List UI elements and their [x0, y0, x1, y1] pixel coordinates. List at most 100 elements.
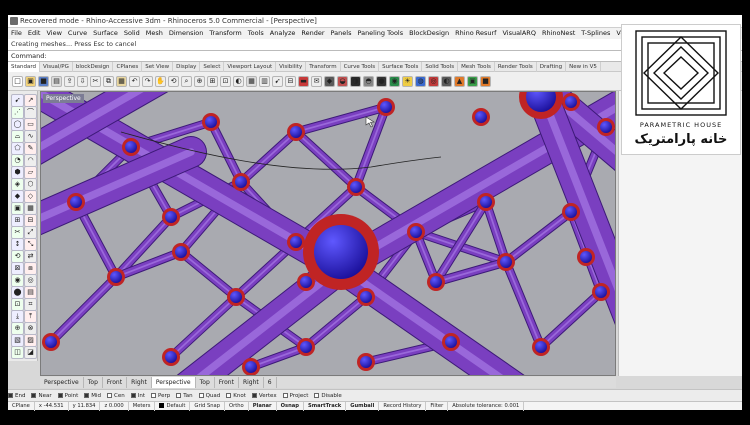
viewport-tab-1[interactable]: Top [84, 377, 103, 388]
shade-icon[interactable]: ● [376, 75, 387, 87]
toolbar-tab-display[interactable]: Display [173, 61, 201, 72]
status-toggle-record-history[interactable]: Record History [379, 401, 427, 411]
osnap-int[interactable]: Int [130, 393, 145, 399]
osnap-checkbox[interactable] [198, 393, 204, 398]
menu-surface[interactable]: Surface [90, 28, 121, 39]
viewport-title[interactable]: Perspective [43, 94, 84, 103]
osnap-checkbox[interactable] [282, 393, 288, 398]
print-icon[interactable]: ▤ [51, 75, 62, 87]
viewport-tab-6[interactable]: Front [215, 377, 239, 388]
viewport-tab-0[interactable]: Perspective [40, 377, 84, 388]
osnap-checkbox[interactable] [226, 393, 232, 398]
rotate-view-icon[interactable]: ⟲ [168, 75, 179, 87]
status-toggle-smarttrack[interactable]: SmartTrack [304, 401, 347, 411]
toolbar-tab-visibility[interactable]: Visibility [276, 61, 307, 72]
status-toggle-planar[interactable]: Planar [249, 401, 277, 411]
menu-render[interactable]: Render [298, 28, 327, 39]
osnap-knot[interactable]: Knot [226, 393, 246, 399]
toolbar-tab-select[interactable]: Select [200, 61, 225, 72]
osnap-near[interactable]: Near [31, 393, 52, 399]
menu-file[interactable]: File [8, 28, 25, 39]
menu-transform[interactable]: Transform [206, 28, 244, 39]
toolbar-tab-surface-tools[interactable]: Surface Tools [379, 61, 423, 72]
hide-icon[interactable]: ◒ [337, 75, 348, 87]
redo-icon[interactable]: ↷ [142, 75, 153, 87]
menu-tools[interactable]: Tools [245, 28, 267, 39]
plugin-b-icon[interactable]: ▣ [467, 75, 478, 87]
viewport-tab-8[interactable]: 6 [264, 377, 277, 388]
menu-rhino-resurf[interactable]: Rhino Resurf [452, 28, 499, 39]
left-tool-43-icon[interactable]: ◫ [11, 346, 24, 359]
zoom-selected-icon[interactable]: ⊡ [220, 75, 231, 87]
toolbar-tab-visual-pg[interactable]: Visual/PG [40, 61, 73, 72]
osnap-checkbox[interactable] [176, 393, 182, 398]
viewport-tab-4[interactable]: Perspective [151, 377, 196, 388]
menu-curve[interactable]: Curve [65, 28, 90, 39]
render-icon[interactable]: ◉ [389, 75, 400, 87]
toolbar-tab-new-in-v5[interactable]: New in V5 [566, 61, 601, 72]
plugin-c-icon[interactable]: ■ [480, 75, 491, 87]
osnap-tan[interactable]: Tan [176, 393, 193, 399]
osnap-checkbox[interactable] [251, 393, 257, 398]
zoom-window-icon[interactable]: ⊕ [194, 75, 205, 87]
four-view-icon[interactable]: ▦ [246, 75, 257, 87]
osnap-checkbox[interactable] [57, 393, 63, 398]
env-icon[interactable]: ◐ [441, 75, 452, 87]
toolbar-tab-cplanes[interactable]: CPlanes [113, 61, 143, 72]
menu-analyze[interactable]: Analyze [267, 28, 299, 39]
lock-icon[interactable]: ✉ [311, 75, 322, 87]
zoom-extents-icon[interactable]: ⊞ [207, 75, 218, 87]
menu-paneling-tools[interactable]: Paneling Tools [354, 28, 406, 39]
toolbar-tab-drafting[interactable]: Drafting [537, 61, 567, 72]
copy-icon[interactable]: ⧉ [103, 75, 114, 87]
status-toggle-gumball[interactable]: Gumball [346, 401, 380, 411]
menu-panels[interactable]: Panels [328, 28, 355, 39]
select-icon[interactable]: ➹ [272, 75, 283, 87]
grid-icon[interactable]: ▥ [259, 75, 270, 87]
osnap-mid[interactable]: Mid [84, 393, 101, 399]
viewport-tab-2[interactable]: Front [103, 377, 128, 388]
menu-solid[interactable]: Solid [121, 28, 143, 39]
export-icon[interactable]: ⇩ [77, 75, 88, 87]
osnap-checkbox[interactable] [8, 393, 13, 398]
cplane-icon[interactable]: ⊟ [285, 75, 296, 87]
cut-icon[interactable]: ✂ [90, 75, 101, 87]
material-icon[interactable]: ◎ [428, 75, 439, 87]
save-icon[interactable]: ■ [38, 75, 49, 87]
viewport-model[interactable] [41, 92, 616, 376]
status-toggle-grid-snap[interactable]: Grid Snap [190, 401, 226, 411]
menu-mesh[interactable]: Mesh [143, 28, 166, 39]
pan-icon[interactable]: ✋ [155, 75, 166, 87]
undo-icon[interactable]: ↶ [129, 75, 140, 87]
menu-t-splines[interactable]: T-Splines [578, 28, 613, 39]
toolbar-tab-set-view[interactable]: Set View [142, 61, 174, 72]
viewport-tab-7[interactable]: Right [239, 377, 264, 388]
show-icon[interactable]: ◑ [350, 75, 361, 87]
osnap-checkbox[interactable] [314, 393, 320, 398]
toolbar-tab-blockdesign[interactable]: blockDesign [73, 61, 114, 72]
left-tool-44-icon[interactable]: ◪ [24, 346, 37, 359]
zoom-icon[interactable]: ⌕ [181, 75, 192, 87]
status-toggle-osnap[interactable]: Osnap [277, 401, 304, 411]
object-props-icon[interactable]: ◆ [324, 75, 335, 87]
osnap-perp[interactable]: Perp [151, 393, 170, 399]
import-icon[interactable]: ⇪ [64, 75, 75, 87]
plugin-a-icon[interactable]: ▲ [454, 75, 465, 87]
osnap-checkbox[interactable] [151, 393, 156, 398]
osnap-end[interactable]: End [8, 393, 25, 399]
osnap-quad[interactable]: Quad [198, 393, 220, 399]
viewport-tab-3[interactable]: Right [127, 377, 152, 388]
viewport-tab-5[interactable]: Top [196, 377, 215, 388]
osnap-disable[interactable]: Disable [314, 393, 342, 399]
menu-visualarq[interactable]: VisualARQ [499, 28, 538, 39]
osnap-checkbox[interactable] [31, 393, 37, 398]
toolbar-tab-transform[interactable]: Transform [306, 61, 341, 72]
undo-view-icon[interactable]: ◐ [233, 75, 244, 87]
menu-dimension[interactable]: Dimension [166, 28, 207, 39]
status-toggle-filter[interactable]: Filter [426, 401, 449, 411]
toolbar-tab-render-tools[interactable]: Render Tools [495, 61, 537, 72]
menu-view[interactable]: View [43, 28, 64, 39]
osnap-project[interactable]: Project [282, 393, 308, 399]
new-icon[interactable]: □ [12, 75, 23, 87]
wire-icon[interactable]: ◓ [363, 75, 374, 87]
